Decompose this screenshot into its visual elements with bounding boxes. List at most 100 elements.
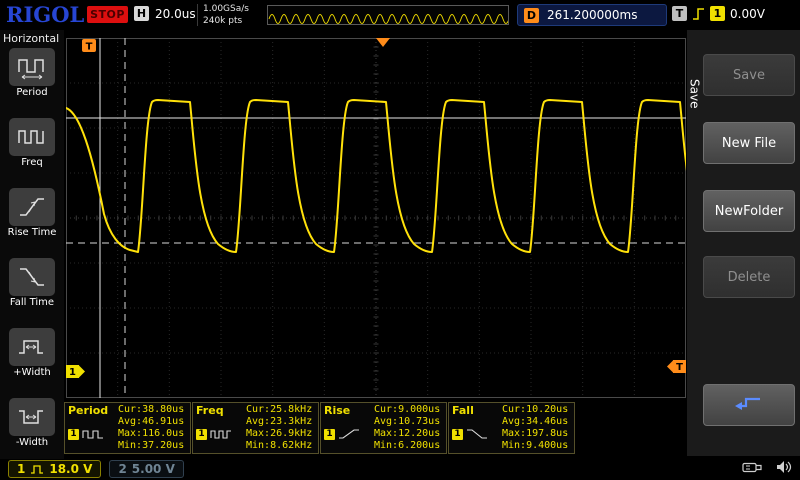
svg-text:1: 1 <box>69 367 76 378</box>
save-menu-tab: Save <box>687 54 702 134</box>
rigol-logo: RIGOL <box>6 2 84 27</box>
measurement-source-badge: 1 <box>68 429 79 440</box>
delay-status: D 261.200000ms <box>517 4 667 26</box>
freq-icon <box>210 428 232 440</box>
measurement-cur: Cur:25.8kHz <box>246 404 315 416</box>
delay-value: 261.200000ms <box>547 8 637 22</box>
graticule-grid <box>66 38 686 398</box>
fall-time-icon <box>466 428 488 440</box>
channel-2-number: 2 <box>118 462 126 476</box>
usb-icon <box>742 460 764 474</box>
measurement-panel-fall: Fall 1 Cur:10.20us Avg:34.46us Max:197.8… <box>448 402 575 454</box>
speaker-icon <box>776 460 792 474</box>
measurement-title: Period <box>68 404 118 417</box>
minus-width-icon <box>16 403 48 431</box>
acquisition-status: 1.00GSa/s 240k pts <box>203 3 249 27</box>
menu-item-label: Period <box>0 87 64 98</box>
run-state-badge: STOP <box>87 6 128 23</box>
menu-item-rise-time[interactable]: Rise Time <box>0 188 64 256</box>
trigger-position-marker[interactable] <box>376 38 390 47</box>
menu-item-label: Rise Time <box>0 227 64 238</box>
sample-rate: 1.00GSa/s <box>203 3 249 15</box>
new-folder-button[interactable]: NewFolder <box>703 190 795 232</box>
ch1-ground-marker[interactable]: 1 <box>66 365 85 378</box>
measurement-panel-period: Period 1 Cur:38.80us Avg:46.91us Max:116… <box>64 402 191 454</box>
oscilloscope-screen: RIGOL STOP H 20.0us 1.00GSa/s 240k pts D… <box>0 0 800 480</box>
menu-item-label: Freq <box>0 157 64 168</box>
channel-status-bar: 1 18.0 V 2 5.00 V <box>0 458 800 480</box>
menu-item-minus-width[interactable]: -Width <box>0 398 64 459</box>
timebase-value: 20.0us <box>155 7 196 21</box>
measurement-max: Max:12.20us <box>374 428 443 440</box>
measurement-panel-rise: Rise 1 Cur:9.000us Avg:10.73us Max:12.20… <box>320 402 447 454</box>
measurement-min: Min:37.20us <box>118 440 187 452</box>
menu-item-label: Fall Time <box>0 297 64 308</box>
plus-width-icon <box>16 333 48 361</box>
measurement-avg: Avg:10.73us <box>374 416 443 428</box>
divider <box>197 4 198 26</box>
menu-item-period[interactable]: Period <box>0 48 64 116</box>
measurement-min: Min:8.62kHz <box>246 440 315 452</box>
freq-icon <box>16 123 48 151</box>
top-status-bar: RIGOL STOP H 20.0us 1.00GSa/s 240k pts D… <box>0 0 800 30</box>
save-menu: Save Save New File NewFolder Delete <box>687 30 800 456</box>
rise-time-icon <box>16 193 48 221</box>
channel-2-scale: 5.00 V <box>132 462 175 476</box>
trigger-badge: T <box>672 6 687 21</box>
measurement-source-badge: 1 <box>452 429 463 440</box>
measurement-avg: Avg:46.91us <box>118 416 187 428</box>
waveform-display: T T 1 <box>66 38 686 398</box>
menu-item-plus-width[interactable]: +Width <box>0 328 64 396</box>
menu-item-label: +Width <box>0 367 64 378</box>
channel-1-scale: 18.0 V <box>49 462 92 476</box>
menu-item-label: -Width <box>0 437 64 448</box>
measurement-cur: Cur:38.80us <box>118 404 187 416</box>
horizontal-badge: H <box>134 6 149 21</box>
svg-text:T: T <box>86 42 93 53</box>
measurement-title: Rise <box>324 404 374 417</box>
memory-depth: 240k pts <box>203 15 249 27</box>
period-icon <box>82 428 104 440</box>
menu-title: Horizontal <box>0 30 64 46</box>
measurement-source-badge: 1 <box>196 429 207 440</box>
menu-item-freq[interactable]: Freq <box>0 118 64 186</box>
measurement-cur: Cur:10.20us <box>502 404 571 416</box>
measurement-avg: Avg:23.3kHz <box>246 416 315 428</box>
channel-1-status[interactable]: 1 18.0 V <box>8 460 101 478</box>
measurement-title: Freq <box>196 404 246 417</box>
trigger-level-marker[interactable]: T <box>667 360 686 373</box>
delay-badge: D <box>524 8 539 23</box>
measurement-max: Max:26.9kHz <box>246 428 315 440</box>
delete-button[interactable]: Delete <box>703 256 795 298</box>
trigger-status: T 1 0.00V <box>672 6 765 21</box>
return-arrow-icon <box>733 393 765 417</box>
trigger-time-marker: T <box>82 39 96 53</box>
measurement-row: Period 1 Cur:38.80us Avg:46.91us Max:116… <box>64 402 575 454</box>
measurement-min: Min:9.400us <box>502 440 571 452</box>
svg-text:T: T <box>676 362 683 373</box>
measurement-max: Max:116.0us <box>118 428 187 440</box>
ch1-waveform-icon <box>30 464 44 475</box>
trigger-edge-icon <box>692 6 705 21</box>
measurement-panel-freq: Freq 1 Cur:25.8kHz Avg:23.3kHz Max:26.9k… <box>192 402 319 454</box>
status-icons <box>742 460 792 474</box>
measurement-title: Fall <box>452 404 502 417</box>
preview-waveform <box>268 6 508 24</box>
save-button[interactable]: Save <box>703 54 795 96</box>
horizontal-measure-menu: Horizontal Period Freq Rise Time <box>0 30 64 459</box>
trigger-source-badge: 1 <box>710 6 725 21</box>
back-button[interactable] <box>703 384 795 426</box>
menu-item-fall-time[interactable]: Fall Time <box>0 258 64 326</box>
channel-2-status[interactable]: 2 5.00 V <box>109 460 183 478</box>
fall-time-icon <box>16 263 48 291</box>
channel-1-number: 1 <box>17 462 25 476</box>
waveform-memory-preview <box>267 5 509 25</box>
new-file-button[interactable]: New File <box>703 122 795 164</box>
measurement-max: Max:197.8us <box>502 428 571 440</box>
horizontal-status: H 20.0us <box>134 6 196 21</box>
measurement-min: Min:6.200us <box>374 440 443 452</box>
measurement-source-badge: 1 <box>324 429 335 440</box>
measurement-avg: Avg:34.46us <box>502 416 571 428</box>
trigger-level-value: 0.00V <box>730 7 765 21</box>
rise-time-icon <box>338 428 360 440</box>
